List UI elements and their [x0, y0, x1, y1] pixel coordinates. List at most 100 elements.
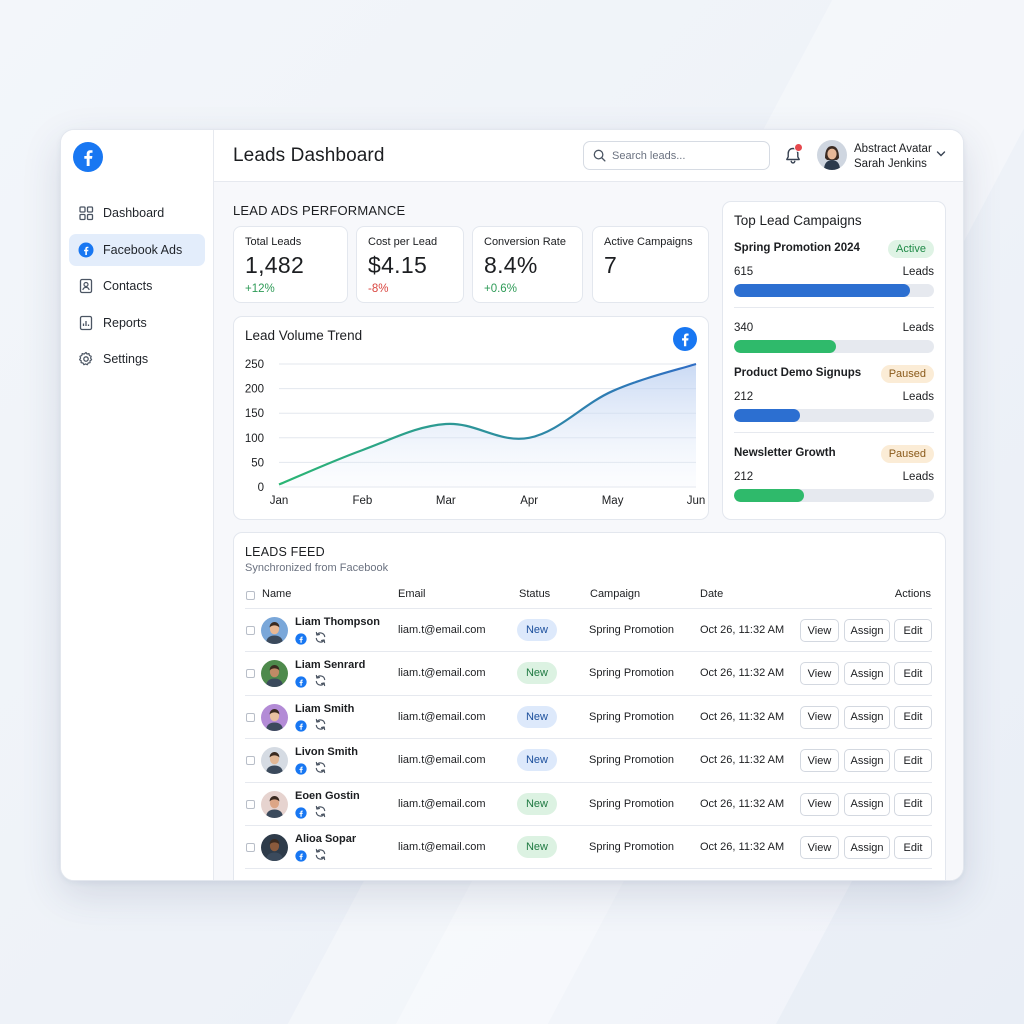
divider [734, 307, 934, 308]
column-header-campaign[interactable]: Campaign [590, 588, 640, 600]
table-row[interactable]: Alioa Sopar liam.t@email.com New Spring Pro… [234, 826, 945, 869]
chevron-down-icon[interactable] [936, 150, 946, 158]
table-row[interactable]: Liam Senrard liam.t@email.com New Spring Pr… [234, 652, 945, 695]
lead-date: Oct 26, 11:32 AM [700, 667, 785, 680]
lead-date: Oct 26, 11:32 AM [700, 710, 785, 723]
sync-icon[interactable] [314, 805, 327, 818]
campaign-name[interactable]: Newsletter Growth [734, 447, 836, 459]
search-input[interactable] [612, 149, 757, 162]
lead-name[interactable]: Livon Smith [295, 746, 358, 758]
user-name-line2: Sarah Jenkins [854, 158, 927, 170]
table-row[interactable]: Livon Smith liam.t@email.com New Spring Pro… [234, 739, 945, 782]
assign-button[interactable]: Assign [844, 836, 890, 859]
x-tick-label: May [602, 495, 624, 507]
sidebar-item-label: Reports [103, 315, 147, 330]
lead-date: Oct 26, 11:32 AM [700, 754, 785, 767]
view-button[interactable]: View [800, 619, 839, 642]
avatar [261, 747, 288, 775]
top-header: Leads Dashboard Search leads... Abstract… [214, 130, 963, 182]
campaign-lead-count: 340 [734, 322, 754, 334]
facebook-icon [295, 675, 307, 689]
assign-button[interactable]: Assign [844, 749, 890, 773]
campaign-name[interactable]: Product Demo Signups [734, 367, 861, 379]
app-window: Dashboard Facebook Ads Contacts Reports Sett… [60, 129, 964, 881]
lead-name[interactable]: Alioa Sopar [295, 833, 356, 845]
sync-icon[interactable] [314, 631, 327, 644]
sidebar-item-reports[interactable]: Reports [69, 307, 205, 339]
view-button[interactable]: View [800, 662, 839, 686]
campaign-leads-label: Leads [902, 391, 934, 403]
row-checkbox[interactable] [246, 712, 255, 722]
sidebar-item-contacts[interactable]: Contacts [69, 270, 205, 302]
column-header-email[interactable]: Email [398, 588, 426, 600]
stat-label: Total Leads [245, 236, 302, 248]
sync-icon[interactable] [314, 848, 327, 861]
lead-name[interactable]: Liam Smith [295, 703, 354, 715]
lead-date: Oct 26, 11:32 AM [700, 841, 785, 853]
select-all-checkbox[interactable] [246, 591, 255, 600]
campaign-progress-fill [734, 284, 910, 297]
sync-icon[interactable] [314, 718, 327, 731]
view-button[interactable]: View [800, 792, 839, 816]
campaign-name[interactable]: Spring Promotion 2024 [734, 242, 860, 254]
sidebar-item-label: Settings [103, 352, 149, 366]
status-badge: New [517, 792, 557, 815]
assign-button[interactable]: Assign [844, 662, 890, 686]
campaign-progress-track [734, 489, 934, 502]
status-badge: New [517, 662, 557, 685]
edit-button[interactable]: Edit [894, 705, 932, 729]
column-header-actions[interactable]: Actions [895, 588, 931, 600]
table-row[interactable]: Liam Thompson liam.t@email.com New Spring P… [234, 609, 945, 652]
row-checkbox[interactable] [246, 626, 255, 635]
column-header-date[interactable]: Date [700, 588, 723, 600]
facebook-icon [295, 762, 307, 775]
view-button[interactable]: View [800, 836, 839, 859]
assign-button[interactable]: Assign [844, 705, 890, 729]
contact-card-icon [78, 278, 94, 294]
table-row[interactable]: Eoen Gostin liam.t@email.com New Spring Pro… [234, 783, 945, 826]
stat-card-total-leads: Total Leads 1,482 +12% [233, 226, 348, 303]
sidebar-item-dashboard[interactable]: Dashboard [69, 197, 205, 229]
column-header-status[interactable]: Status [519, 588, 550, 600]
campaign-status-badge: Paused [880, 445, 934, 463]
edit-button[interactable]: Edit [894, 749, 932, 773]
assign-button[interactable]: Assign [844, 792, 890, 816]
user-name-block[interactable]: Abstract Avatar Sarah Jenkins [854, 142, 932, 172]
view-button[interactable]: View [800, 749, 839, 773]
row-checkbox[interactable] [246, 756, 255, 766]
status-badge: New [517, 619, 557, 641]
x-tick-label: Jun [687, 495, 706, 507]
sidebar-item-settings[interactable]: Settings [69, 343, 205, 375]
sync-icon[interactable] [314, 761, 327, 774]
campaign-leads-label: Leads [902, 266, 934, 278]
facebook-logo-icon[interactable] [73, 142, 103, 172]
avatar [261, 834, 288, 861]
edit-button[interactable]: Edit [894, 792, 932, 816]
leads-feed-card: LEADS FEED Synchronized from Facebook Na… [233, 532, 946, 880]
edit-button[interactable]: Edit [894, 662, 932, 686]
facebook-icon [78, 242, 94, 258]
sidebar-item-facebook-ads[interactable]: Facebook Ads [69, 233, 205, 266]
lead-name[interactable]: Eoen Gostin [295, 790, 360, 802]
lead-campaign: Spring Promotion [589, 710, 674, 723]
stat-value: 7 [604, 252, 618, 278]
view-button[interactable]: View [800, 705, 839, 729]
column-header-name[interactable]: Name [262, 588, 291, 600]
row-checkbox[interactable] [246, 799, 255, 809]
assign-button[interactable]: Assign [844, 619, 890, 642]
row-checkbox[interactable] [246, 669, 255, 679]
search-box[interactable] [583, 141, 770, 170]
edit-button[interactable]: Edit [894, 836, 932, 859]
y-tick-label: 150 [245, 408, 264, 420]
sync-icon[interactable] [314, 674, 327, 687]
avatar [261, 790, 288, 818]
table-row[interactable]: Liam Smith liam.t@email.com New Spring Prom… [234, 696, 945, 739]
row-checkbox[interactable] [246, 843, 255, 852]
edit-button[interactable]: Edit [894, 619, 932, 642]
notifications-button[interactable] [784, 143, 803, 165]
avatar [261, 617, 288, 644]
lead-name[interactable]: Liam Senrard [295, 659, 365, 671]
lead-email: liam.t@email.com [398, 624, 486, 636]
user-avatar[interactable] [817, 140, 847, 170]
lead-name[interactable]: Liam Thompson [295, 616, 380, 628]
